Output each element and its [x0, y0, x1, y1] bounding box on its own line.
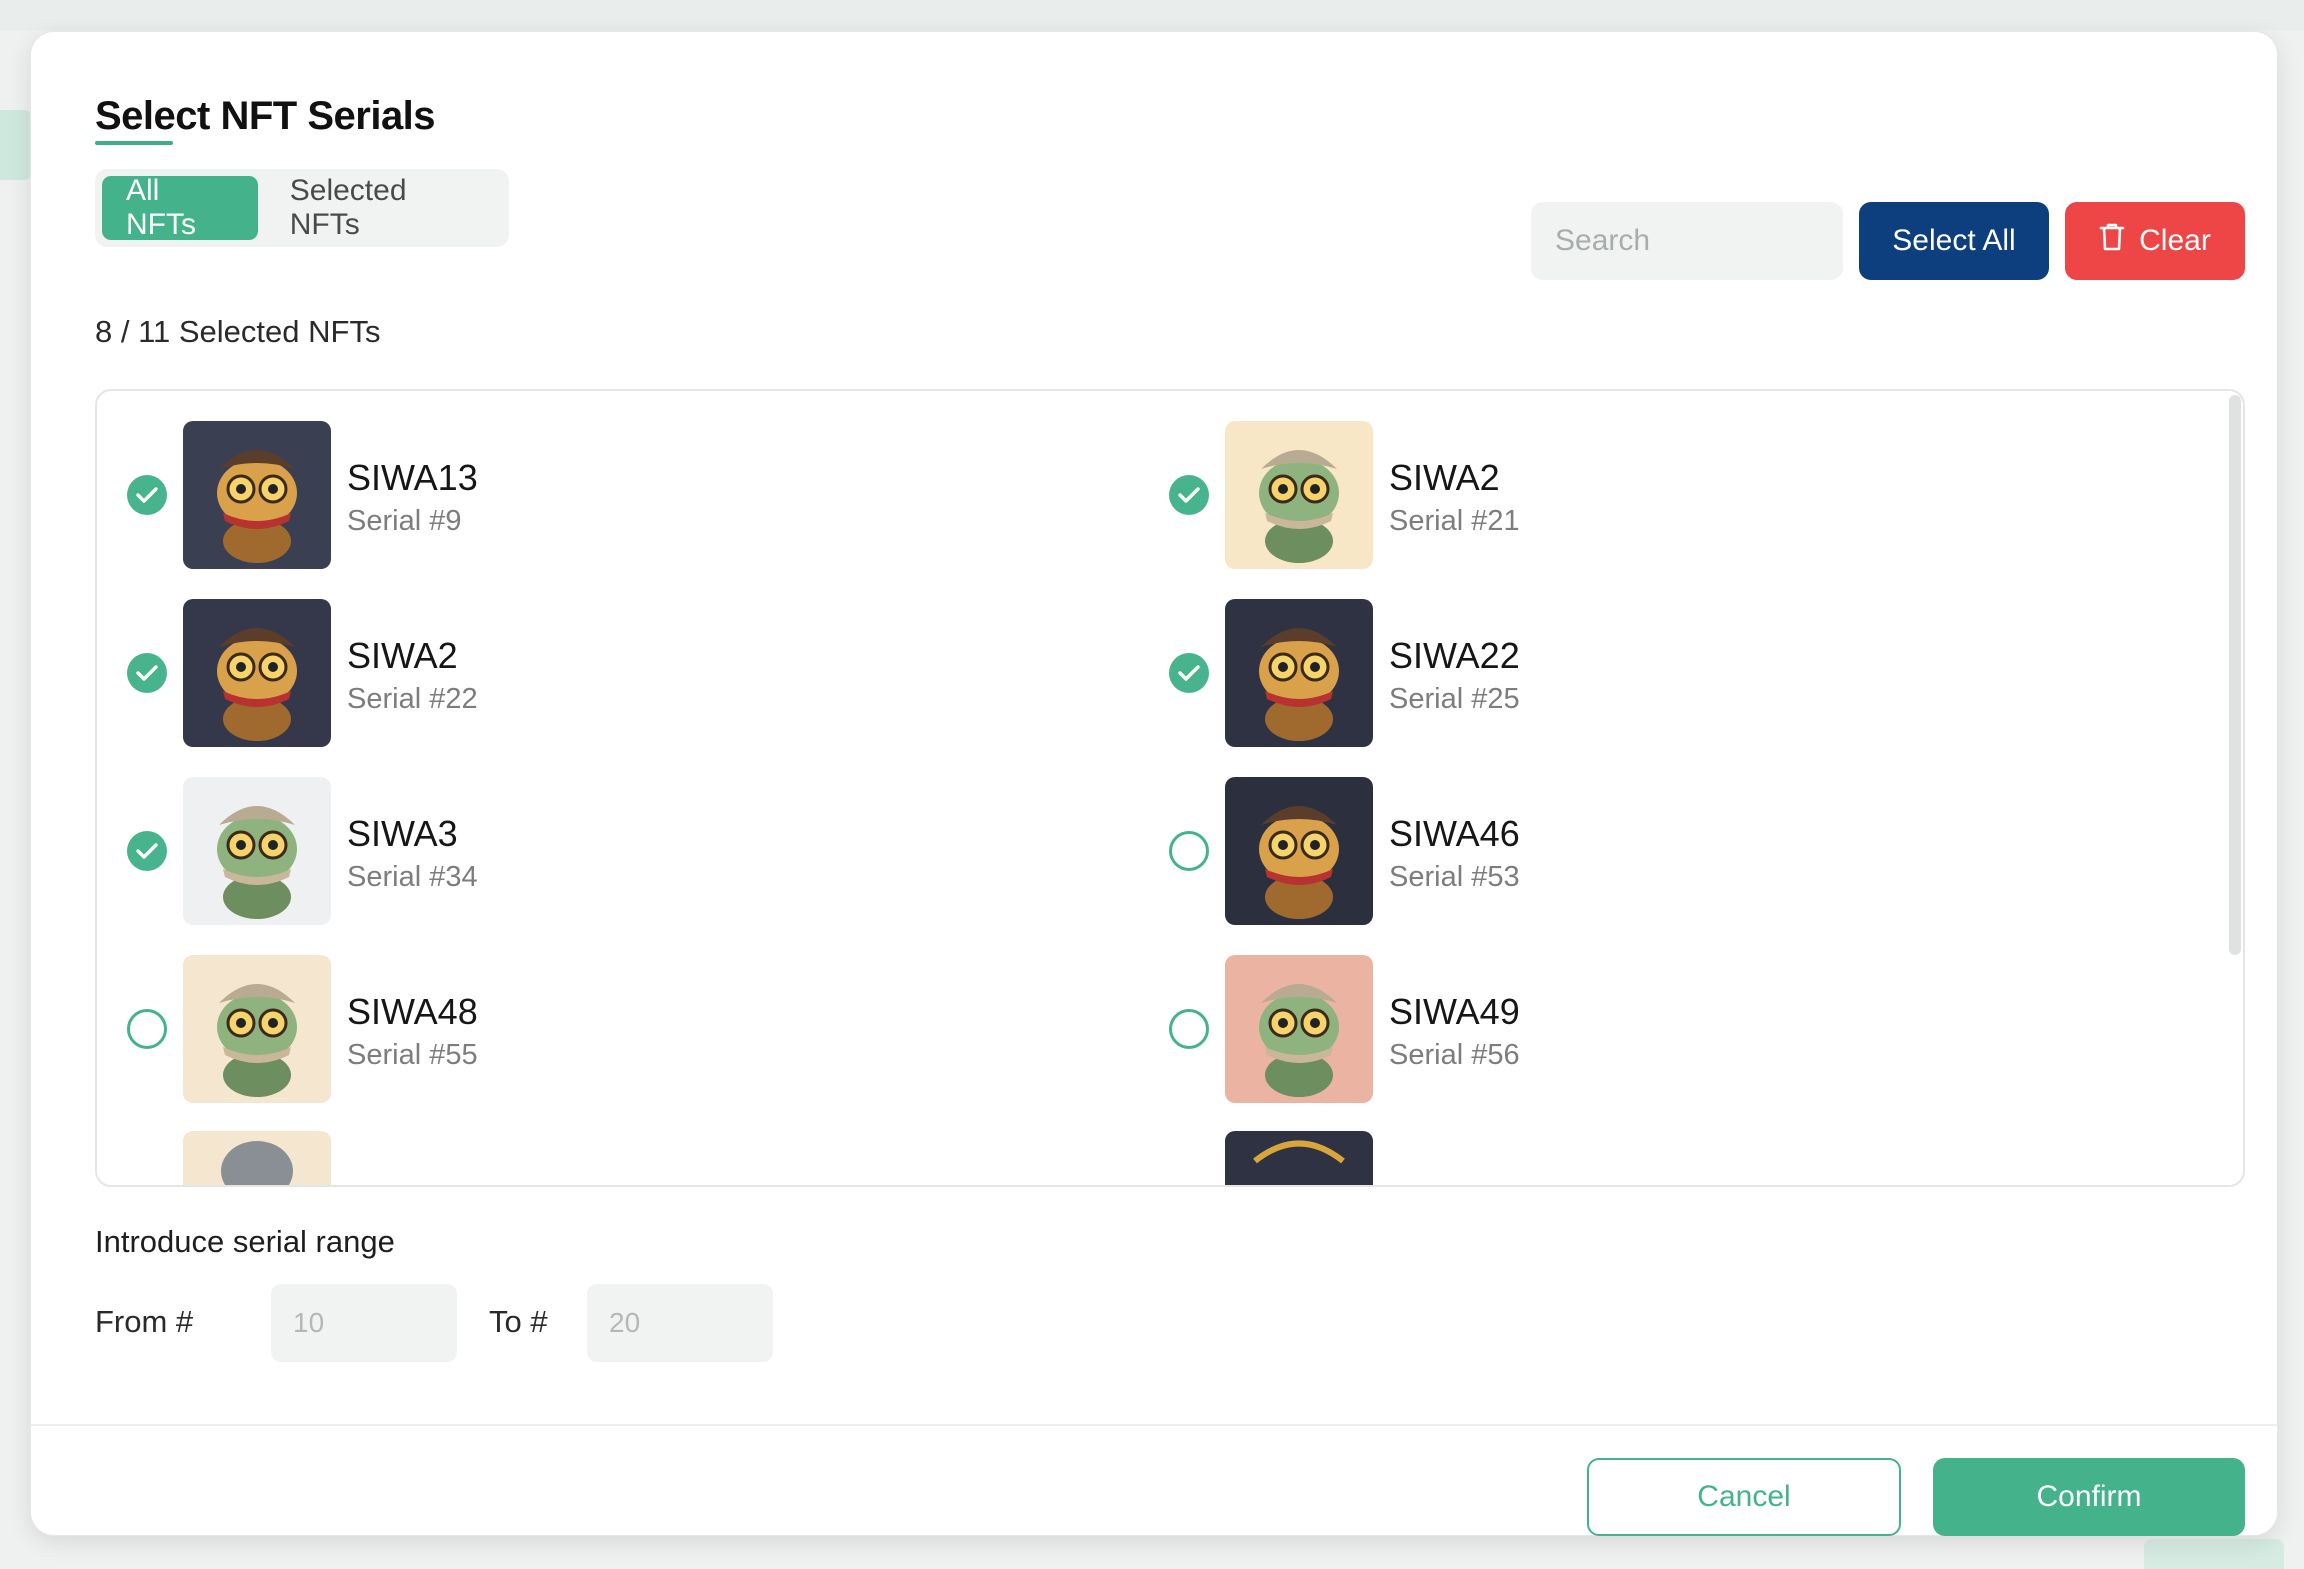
to-label: To # — [489, 1304, 548, 1339]
clear-label: Clear — [2139, 224, 2211, 257]
nft-thumbnail — [183, 1131, 331, 1185]
list-item[interactable]: SIWA2 Serial #22 — [127, 599, 1027, 747]
nft-name: SIWA49 — [1389, 991, 1520, 1032]
nft-serial: Serial #53 — [1389, 861, 1520, 893]
list-scrollbar[interactable] — [2229, 395, 2241, 955]
checkbox-checked[interactable] — [127, 475, 167, 515]
nft-name: SIWA48 — [347, 991, 478, 1032]
background-nav-highlight — [0, 110, 32, 180]
select-all-button[interactable]: Select All — [1859, 202, 2049, 280]
checkbox-checked[interactable] — [127, 831, 167, 871]
list-item[interactable]: SIWA3 Serial #34 — [127, 777, 1027, 925]
nft-name: SIWA3 — [347, 813, 458, 854]
nft-thumbnail — [183, 421, 331, 569]
background-action — [2144, 1539, 2284, 1569]
nft-serial: Serial #9 — [347, 505, 462, 537]
nft-name: SIWA13 — [347, 457, 478, 498]
checkbox-unchecked[interactable] — [1169, 1009, 1209, 1049]
nft-thumbnail — [183, 599, 331, 747]
background-header — [0, 0, 2304, 30]
search-input[interactable] — [1531, 202, 1843, 280]
list-item[interactable]: SIWA49 Serial #56 — [1169, 955, 2069, 1103]
footer-divider — [31, 1424, 2277, 1426]
nft-serial: Serial #55 — [347, 1039, 478, 1071]
nft-name: SIWA2 — [347, 635, 458, 676]
check-icon — [1178, 487, 1200, 503]
nft-serial: Serial #21 — [1389, 505, 1520, 537]
tab-all-nfts[interactable]: All NFTs — [102, 174, 258, 241]
list-item[interactable]: SIWA13 Serial #9 — [127, 421, 1027, 569]
nft-name: SIWA46 — [1389, 813, 1520, 854]
list-item[interactable]: SIWA48 Serial #55 — [127, 955, 1027, 1103]
checkbox-checked[interactable] — [1169, 475, 1209, 515]
nft-thumbnail — [183, 777, 331, 925]
modal-title: Select NFT Serials — [95, 94, 436, 138]
nft-thumbnail — [1225, 777, 1373, 925]
nft-thumbnail — [1225, 599, 1373, 747]
checkbox-checked[interactable] — [1169, 653, 1209, 693]
from-input[interactable] — [271, 1284, 457, 1362]
checkbox-unchecked[interactable] — [1169, 831, 1209, 871]
nft-thumbnail — [1225, 955, 1373, 1103]
confirm-button[interactable]: Confirm — [1933, 1458, 2245, 1536]
check-icon — [1178, 665, 1200, 681]
nft-tabs: All NFTs Selected NFTs — [95, 169, 509, 247]
serial-range-label: Introduce serial range — [95, 1224, 395, 1259]
check-icon — [136, 487, 158, 503]
cancel-button[interactable]: Cancel — [1587, 1458, 1901, 1536]
list-item[interactable]: SIWA46 Serial #53 — [1169, 777, 2069, 925]
checkbox-unchecked[interactable] — [127, 1009, 167, 1049]
check-icon — [136, 665, 158, 681]
list-item[interactable]: SIWA22 Serial #25 — [1169, 599, 2069, 747]
selection-count: 8 / 11 Selected NFTs — [95, 314, 381, 349]
nft-serial: Serial #56 — [1389, 1039, 1520, 1071]
trash-icon — [2099, 222, 2125, 260]
check-icon — [136, 843, 158, 859]
from-label: From # — [95, 1304, 194, 1339]
nft-thumbnail — [1225, 421, 1373, 569]
nft-serial: Serial #22 — [347, 683, 478, 715]
nft-serial: Serial #25 — [1389, 683, 1520, 715]
list-item[interactable]: SIWA2 Serial #21 — [1169, 421, 2069, 569]
clear-button[interactable]: Clear — [2065, 202, 2245, 280]
nft-name: SIWA2 — [1389, 457, 1500, 498]
title-underline — [95, 141, 173, 145]
nft-list: SIWA13 Serial #9 SIWA2 Serial #21 SIWA2 Seria… — [95, 389, 2245, 1187]
select-nft-serials-modal: Select NFT Serials All NFTs Selected NFT… — [30, 31, 2278, 1536]
to-input[interactable] — [587, 1284, 773, 1362]
nft-thumbnail — [1225, 1131, 1373, 1185]
nft-serial: Serial #34 — [347, 861, 478, 893]
nft-thumbnail — [183, 955, 331, 1103]
checkbox-checked[interactable] — [127, 653, 167, 693]
tab-selected-nfts[interactable]: Selected NFTs — [266, 174, 502, 241]
nft-name: SIWA22 — [1389, 635, 1520, 676]
